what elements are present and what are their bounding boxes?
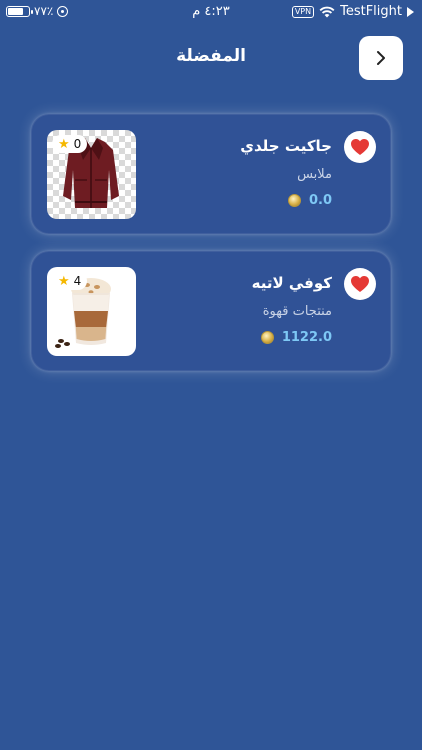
product-price: 0.0 [308, 193, 332, 208]
heart-icon [351, 139, 369, 155]
play-icon [407, 6, 414, 17]
rating-badge: ★ 0 [52, 135, 88, 153]
price-row: 1122.0 [260, 330, 332, 345]
price-row: 0.0 [287, 193, 332, 208]
rating-value: 0 [73, 137, 82, 151]
star-icon: ★ [58, 273, 70, 289]
coin-icon [287, 194, 301, 207]
favorite-card[interactable]: ★ 4 كوفي لاتيه منتجات قهوة 1122.0 [31, 251, 391, 371]
rating-badge: ★ 4 [52, 272, 88, 290]
product-category: ملابس [297, 167, 332, 182]
product-category: منتجات قهوة [262, 304, 332, 319]
product-name: كوفي لاتيه [251, 274, 332, 292]
favorite-card[interactable]: ★ 0 جاكيت جلدي ملابس 0.0 [31, 114, 391, 234]
favorite-toggle-button[interactable] [344, 131, 376, 163]
wifi-icon [319, 6, 335, 17]
status-bar: ٧٧٪ ٤:٢٣ م VPN TestFlight [0, 0, 422, 24]
product-name: جاكيت جلدي [240, 137, 332, 155]
product-image[interactable]: ★ 0 [47, 130, 136, 219]
coin-icon [260, 331, 274, 344]
rating-value: 4 [73, 274, 82, 288]
status-right: VPN TestFlight [291, 4, 414, 19]
carrier-label: TestFlight [340, 4, 402, 19]
vpn-badge: VPN [291, 5, 315, 18]
favorite-toggle-button[interactable] [344, 268, 376, 300]
star-icon: ★ [58, 136, 70, 152]
product-image[interactable]: ★ 4 [47, 267, 136, 356]
heart-icon [351, 276, 369, 292]
product-price: 1122.0 [281, 330, 332, 345]
page-title: المفضلة [176, 46, 246, 66]
